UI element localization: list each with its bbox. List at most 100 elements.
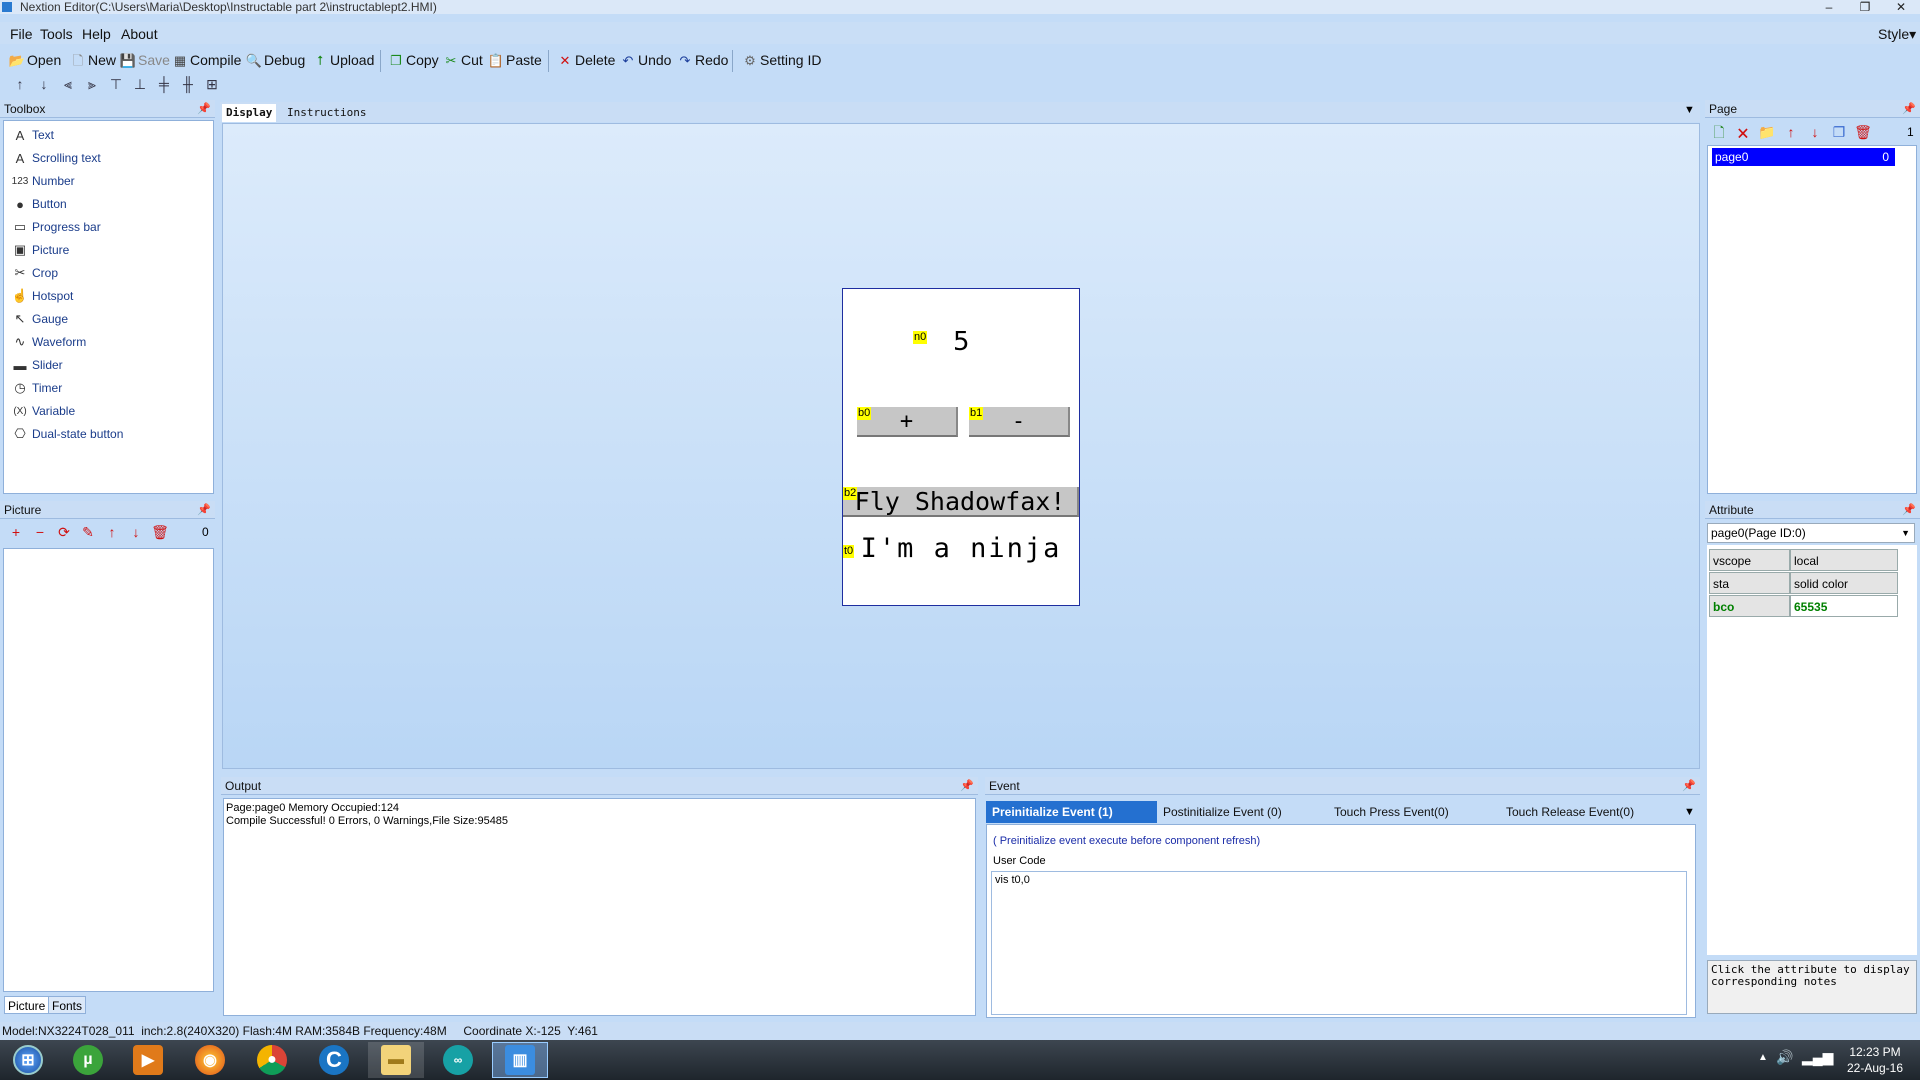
toolbox-item[interactable]: A Scrolling text <box>12 148 101 168</box>
volume-icon[interactable]: 🔊 <box>1776 1049 1793 1066</box>
clock-time[interactable]: 12:23 PM <box>1840 1045 1910 1059</box>
pin-icon[interactable]: 📌 <box>1902 501 1916 519</box>
chrome-taskbar-app[interactable]: ● <box>244 1042 300 1078</box>
page-down-icon[interactable]: ↓ <box>1805 122 1825 142</box>
toolbox-item[interactable]: ◷ Timer <box>12 378 62 398</box>
utorrent-taskbar-app[interactable]: µ <box>60 1042 116 1078</box>
explorer-taskbar-app[interactable]: ▬ <box>368 1042 424 1078</box>
button-b0[interactable]: + <box>857 407 958 437</box>
attr-name-vscope[interactable]: vscope <box>1709 549 1790 571</box>
tab-display[interactable]: Display <box>222 104 277 122</box>
attr-name-bco[interactable]: bco <box>1709 595 1790 617</box>
page-list-item[interactable]: page0 0 <box>1712 148 1895 166</box>
start-button[interactable]: ⊞ <box>0 1042 56 1078</box>
upload-button[interactable]: ⭡ Upload <box>313 49 374 71</box>
pin-icon[interactable]: 📌 <box>197 501 211 519</box>
send-backward-icon[interactable]: ↓ <box>34 74 54 94</box>
redo-button[interactable]: ↷ Redo <box>678 49 729 71</box>
compile-button[interactable]: ▦ Compile <box>173 49 242 71</box>
tab-postinitialize-event[interactable]: Postinitialize Event (0) <box>1157 801 1288 823</box>
center-horizontal-icon[interactable]: ╪ <box>154 74 174 94</box>
menu-help[interactable]: Help <box>82 26 111 42</box>
toolbox-item[interactable]: ▣ Picture <box>12 240 70 260</box>
toolbox-item[interactable]: ⎔ Dual-state button <box>12 424 123 444</box>
maximize-button[interactable]: ❐ <box>1850 0 1880 14</box>
toolbox-item[interactable]: ☝ Hotspot <box>12 286 73 306</box>
delete-all-icon[interactable]: 🗑 <box>150 522 170 542</box>
menu-tools[interactable]: Tools <box>40 26 73 42</box>
event-dropdown-icon[interactable]: ▼ <box>1684 806 1695 818</box>
move-down-icon[interactable]: ↓ <box>126 522 146 542</box>
pin-icon[interactable]: 📌 <box>197 100 211 118</box>
tab-preinitialize-event[interactable]: Preinitialize Event (1) <box>986 801 1157 823</box>
toolbox-item[interactable]: ✂ Crop <box>12 263 58 283</box>
attr-value-vscope[interactable]: local <box>1790 549 1898 571</box>
delete-page-icon[interactable]: 🗙 <box>1733 122 1753 142</box>
ccleaner-taskbar-app[interactable]: C <box>306 1042 362 1078</box>
minimize-button[interactable]: – <box>1814 0 1844 14</box>
align-bottom-icon[interactable]: ⊥ <box>130 74 150 94</box>
copy-button[interactable]: ❐ Copy <box>389 49 439 71</box>
add-picture-icon[interactable]: + <box>6 522 26 542</box>
setting-id-button[interactable]: ⚙ Setting ID <box>743 49 821 71</box>
move-up-icon[interactable]: ↑ <box>102 522 122 542</box>
cut-button[interactable]: ✂ Cut <box>444 49 483 71</box>
debug-button[interactable]: 🔍 Debug <box>246 49 305 71</box>
align-right-icon[interactable]: ⫸ <box>82 74 102 94</box>
bring-forward-icon[interactable]: ↑ <box>10 74 30 94</box>
delete-all-pages-icon[interactable]: 🗑 <box>1853 122 1873 142</box>
menu-style[interactable]: Style▾ <box>1878 26 1916 43</box>
clock-date[interactable]: 22-Aug-16 <box>1840 1061 1910 1075</box>
menu-about[interactable]: About <box>121 26 158 42</box>
button-b2[interactable]: Fly Shadowfax! <box>843 487 1079 517</box>
tray-expand-icon[interactable]: ▲ <box>1758 1052 1768 1063</box>
user-code-editor[interactable]: vis t0,0 <box>991 871 1687 1015</box>
network-icon[interactable]: ▂▄▆ <box>1802 1049 1833 1066</box>
edit-picture-icon[interactable]: ✎ <box>78 522 98 542</box>
attr-value-bco[interactable]: 65535 <box>1790 595 1898 617</box>
menu-file[interactable]: File <box>10 26 33 42</box>
text-t0[interactable]: I'm a ninja <box>843 529 1079 569</box>
center-vertical-icon[interactable]: ╫ <box>178 74 198 94</box>
attr-value-sta[interactable]: solid color <box>1790 572 1898 594</box>
firefox-taskbar-app[interactable]: ◉ <box>182 1042 238 1078</box>
pin-icon[interactable]: 📌 <box>1682 777 1696 795</box>
toolbox-item[interactable]: ● Button <box>12 194 67 214</box>
media-player-taskbar-app[interactable]: ▶ <box>120 1042 176 1078</box>
tab-instructions[interactable]: Instructions <box>283 104 370 122</box>
add-page-icon[interactable]: 🗋 <box>1709 122 1729 142</box>
page-up-icon[interactable]: ↑ <box>1781 122 1801 142</box>
nextion-taskbar-app[interactable]: ▥ <box>492 1042 548 1078</box>
insert-page-icon[interactable]: 📁 <box>1757 122 1777 142</box>
toolbox-item[interactable]: ∿ Waveform <box>12 332 87 352</box>
attr-name-sta[interactable]: sta <box>1709 572 1790 594</box>
new-button[interactable]: 🗋 New <box>71 49 116 71</box>
toolbox-item[interactable]: ▭ Progress bar <box>12 217 101 237</box>
replace-picture-icon[interactable]: ⟳ <box>54 522 74 542</box>
toolbox-item[interactable]: 123 Number <box>12 171 75 191</box>
delete-button[interactable]: ✕ Delete <box>558 49 616 71</box>
align-left-icon[interactable]: ⫷ <box>58 74 78 94</box>
pin-icon[interactable]: 📌 <box>960 777 974 795</box>
toolbox-item[interactable]: A Text <box>12 125 54 145</box>
tab-dropdown-icon[interactable]: ▼ <box>1684 104 1695 116</box>
attribute-selector[interactable]: page0(Page ID:0) ▼ <box>1707 523 1915 543</box>
copy-page-icon[interactable]: ❐ <box>1829 122 1849 142</box>
tab-touch-release-event[interactable]: Touch Release Event(0) <box>1500 801 1640 823</box>
button-b1[interactable]: - <box>969 407 1070 437</box>
undo-button[interactable]: ↶ Undo <box>621 49 672 71</box>
paste-button[interactable]: 📋 Paste <box>488 49 542 71</box>
tab-touch-press-event[interactable]: Touch Press Event(0) <box>1328 801 1455 823</box>
remove-picture-icon[interactable]: − <box>30 522 50 542</box>
hmi-screen[interactable]: n0 5 + b0 - b1 Fly Shadowfax! b2 I'm a n… <box>842 288 1080 606</box>
arduino-taskbar-app[interactable]: ∞ <box>430 1042 486 1078</box>
toolbox-item[interactable]: (X) Variable <box>12 401 75 421</box>
toolbox-item[interactable]: ↖ Gauge <box>12 309 68 329</box>
number-n0[interactable]: 5 <box>953 327 970 357</box>
tab-picture[interactable]: Picture <box>4 996 50 1014</box>
open-button[interactable]: 📂 Open <box>9 49 61 71</box>
align-top-icon[interactable]: ⊤ <box>106 74 126 94</box>
save-button[interactable]: 💾 Save <box>120 49 170 71</box>
toolbox-item[interactable]: ▬ Slider <box>12 355 63 375</box>
tab-fonts[interactable]: Fonts <box>48 996 87 1014</box>
